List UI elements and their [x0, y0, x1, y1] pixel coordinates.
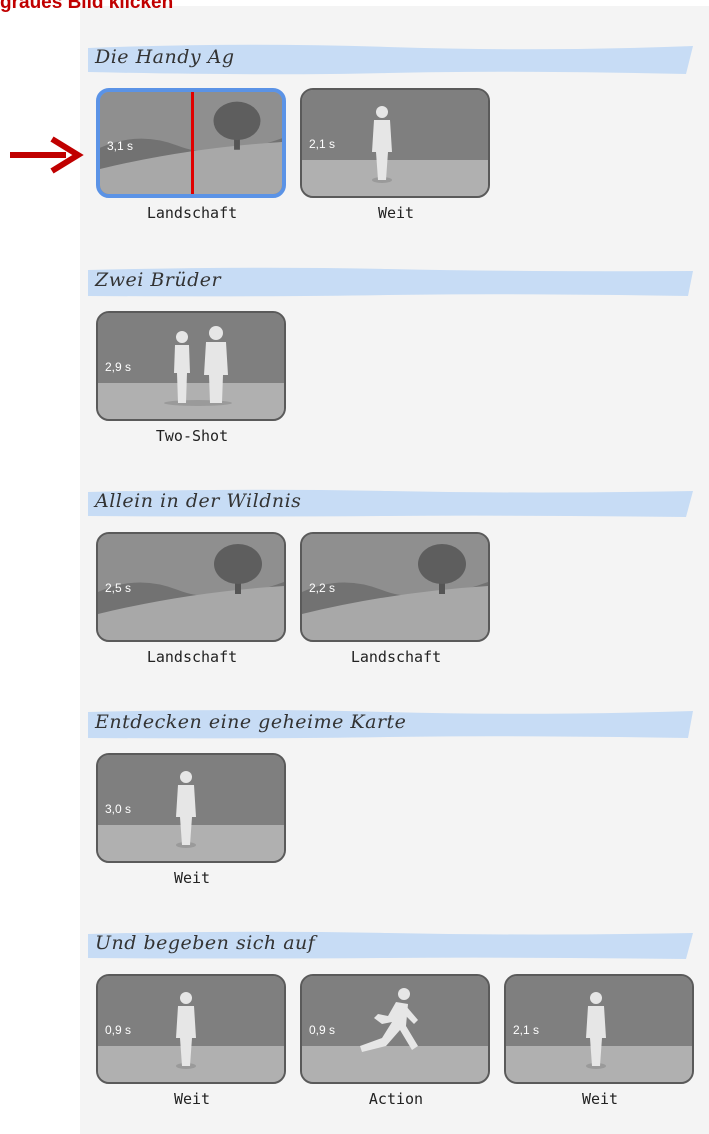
scene-title[interactable]: Und begeben sich auf: [95, 932, 315, 954]
shot-duration: 2,9 s: [105, 360, 132, 374]
shot-label: Action: [368, 1090, 424, 1108]
shot-label: Weit: [173, 1090, 211, 1108]
shot-thumbnail[interactable]: 3,1 s: [96, 88, 286, 198]
shot-thumbnail[interactable]: 3,0 s: [96, 753, 286, 863]
scene-title[interactable]: Zwei Brüder: [95, 269, 221, 291]
shot-duration: 3,0 s: [105, 802, 132, 816]
shot-thumbnail[interactable]: 2,9 s: [96, 311, 286, 421]
scene-title-band: Und begeben sich auf: [88, 928, 693, 962]
shot-card[interactable]: 2,1 s Weit: [300, 88, 492, 222]
shot-duration: 2,1 s: [513, 1023, 540, 1037]
shot-thumbnail[interactable]: 2,1 s: [504, 974, 694, 1084]
shot-label: Landschaft: [350, 648, 442, 666]
shot-card[interactable]: 3,1 s Landschaft: [96, 88, 288, 222]
shot-thumbnail[interactable]: 2,1 s: [300, 88, 490, 198]
shot-duration: 0,9 s: [105, 1023, 132, 1037]
instruction-note: graues Bild klicken: [0, 0, 174, 13]
scene-title-band: Die Handy Ag: [88, 42, 693, 76]
shot-thumbnail[interactable]: 0,9 s: [96, 974, 286, 1084]
scene-title-band: Zwei Brüder: [88, 265, 693, 299]
scene-title-band: Allein in der Wildnis: [88, 486, 693, 520]
shot-label: Weit: [377, 204, 415, 222]
playhead-marker[interactable]: [191, 92, 194, 194]
scene-title[interactable]: Die Handy Ag: [95, 46, 235, 68]
shot-duration: 2,2 s: [309, 581, 336, 595]
scene-title[interactable]: Entdecken eine geheime Karte: [95, 711, 406, 733]
shot-label: Two-Shot: [155, 427, 229, 445]
shot-duration: 0,9 s: [309, 1023, 336, 1037]
shot-label: Weit: [581, 1090, 619, 1108]
shot-card[interactable]: 2,2 s Landschaft: [300, 532, 492, 666]
shot-thumbnail[interactable]: 0,9 s: [300, 974, 490, 1084]
shot-label: Weit: [173, 869, 211, 887]
shot-label: Landschaft: [146, 648, 238, 666]
red-arrow-icon: [10, 136, 84, 174]
shot-card[interactable]: 3,0 s Weit: [96, 753, 288, 887]
shot-duration: 2,1 s: [309, 137, 336, 151]
shot-duration: 3,1 s: [107, 139, 134, 153]
scene-title[interactable]: Allein in der Wildnis: [95, 490, 301, 512]
shot-label: Landschaft: [146, 204, 238, 222]
shot-card[interactable]: 2,1 s Weit: [504, 974, 696, 1108]
shot-thumbnail[interactable]: 2,5 s: [96, 532, 286, 642]
scene-title-band: Entdecken eine geheime Karte: [88, 707, 693, 741]
shot-card[interactable]: 0,9 s Weit: [96, 974, 288, 1108]
shot-card[interactable]: 0,9 s Action: [300, 974, 492, 1108]
shot-card[interactable]: 2,5 s Landschaft: [96, 532, 288, 666]
shot-thumbnail[interactable]: 2,2 s: [300, 532, 490, 642]
shot-card[interactable]: 2,9 s Two-Shot: [96, 311, 288, 445]
shot-duration: 2,5 s: [105, 581, 132, 595]
